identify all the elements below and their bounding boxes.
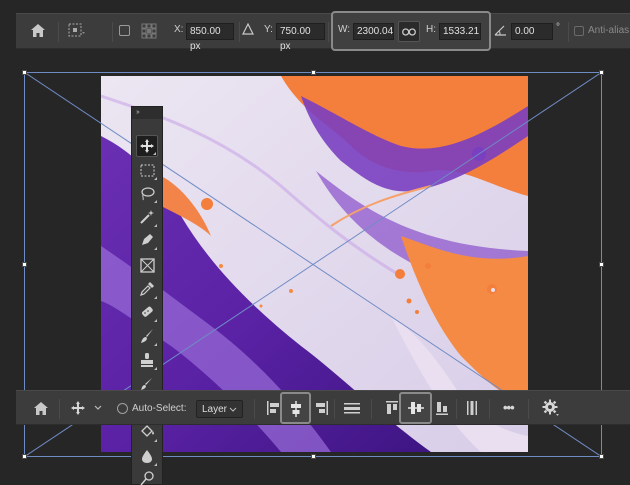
- handle-top-left[interactable]: [22, 70, 27, 75]
- healing-brush-tool[interactable]: [136, 301, 158, 323]
- eyedropper-icon: [140, 282, 154, 296]
- clone-stamp-tool[interactable]: [136, 349, 158, 371]
- handle-top-right[interactable]: [599, 70, 604, 75]
- angle-icon: [494, 25, 506, 36]
- move-tool[interactable]: [136, 135, 158, 157]
- align-center-horizontal-button[interactable]: [280, 392, 311, 424]
- x-position-field[interactable]: 850.00 px: [186, 23, 234, 52]
- align-right-button[interactable]: [315, 400, 329, 421]
- move-icon: [71, 401, 102, 415]
- handle-bottom-right[interactable]: [599, 454, 604, 459]
- brush-tool[interactable]: [136, 325, 158, 347]
- reference-point-icon: [68, 23, 85, 37]
- relative-position-toggle[interactable]: [242, 23, 254, 35]
- y-label: Y:: [264, 24, 273, 35]
- tools-panel-grip[interactable]: ››: [132, 107, 162, 119]
- align-right-icon: [316, 401, 328, 415]
- distribute-horizontal-icon: [344, 403, 360, 414]
- blur-tool[interactable]: [136, 445, 158, 467]
- reference-point-checkbox[interactable]: [119, 25, 130, 36]
- dodge-tool[interactable]: [136, 467, 158, 485]
- blur-icon: [142, 450, 152, 463]
- more-options-button[interactable]: •••: [503, 400, 515, 415]
- align-center-horizontal-icon: [291, 401, 301, 417]
- align-left-button[interactable]: [266, 400, 280, 421]
- lasso-icon: [141, 186, 155, 200]
- contextual-task-bar: Auto-Select: Layer •••: [16, 390, 630, 425]
- healing-brush-icon: [142, 306, 153, 317]
- paint-bucket-icon: [141, 425, 154, 437]
- delta-icon: [242, 23, 254, 35]
- gear-icon: [542, 399, 559, 416]
- x-label: X:: [174, 24, 184, 35]
- settings-button[interactable]: [542, 399, 560, 422]
- handle-middle-right[interactable]: [599, 262, 604, 267]
- y-position-field[interactable]: 750.00 px: [276, 23, 325, 52]
- width-field[interactable]: 2300.04: [353, 23, 394, 40]
- align-center-vertical-icon: [408, 402, 424, 414]
- frame-tool[interactable]: [136, 254, 158, 276]
- h-label: H:: [426, 24, 436, 35]
- chevron-down-icon: [229, 407, 237, 412]
- height-field[interactable]: 1533.21: [439, 23, 481, 40]
- link-icon: [402, 27, 416, 36]
- reference-grid-button[interactable]: [141, 23, 157, 39]
- home-button-bottom[interactable]: [33, 401, 49, 421]
- dodge-icon: [140, 471, 154, 485]
- align-top-icon: [386, 401, 398, 414]
- auto-select-value: Layer: [202, 403, 228, 415]
- pen-tool[interactable]: [136, 229, 158, 251]
- handle-top-center[interactable]: [311, 70, 316, 75]
- tools-panel: ››: [131, 106, 163, 485]
- frame-icon: [139, 257, 155, 273]
- w-label: W:: [338, 24, 351, 35]
- align-left-icon: [267, 401, 279, 415]
- home-icon: [31, 24, 45, 37]
- anti-alias-checkbox[interactable]: Anti-alias: [574, 25, 629, 36]
- align-center-vertical-button[interactable]: [399, 392, 432, 424]
- auto-select-checkbox[interactable]: [117, 403, 128, 414]
- auto-select-label: Auto-Select:: [132, 403, 187, 414]
- auto-select-dropdown[interactable]: Layer: [196, 400, 243, 418]
- align-bottom-button[interactable]: [435, 400, 449, 421]
- marquee-icon: [140, 164, 154, 176]
- home-icon: [34, 402, 48, 415]
- marquee-tool[interactable]: [136, 159, 158, 181]
- handle-middle-left[interactable]: [22, 262, 27, 267]
- transform-options-bar: X: 850.00 px Y: 750.00 px W: 2300.04 H: …: [16, 11, 630, 52]
- handle-bottom-left[interactable]: [22, 454, 27, 459]
- home-button[interactable]: [30, 23, 46, 38]
- move-tool-preset-button[interactable]: [70, 400, 102, 421]
- distribute-vertical-icon: [467, 401, 477, 415]
- magic-wand-icon: [140, 210, 154, 224]
- angle-unit: °: [556, 22, 560, 33]
- reference-point-button[interactable]: [68, 23, 86, 38]
- align-top-button[interactable]: [385, 400, 399, 421]
- distribute-horizontal-button[interactable]: [343, 401, 361, 420]
- lasso-tool[interactable]: [136, 182, 158, 204]
- eyedropper-tool[interactable]: [136, 278, 158, 300]
- align-bottom-icon: [436, 402, 448, 415]
- rotate-angle-icon-wrap: [494, 24, 507, 36]
- brush-icon: [141, 329, 153, 343]
- clone-stamp-icon: [141, 353, 153, 367]
- anti-alias-label: Anti-alias: [588, 25, 630, 36]
- handle-bottom-center[interactable]: [311, 454, 316, 459]
- pen-icon: [142, 234, 153, 245]
- rotation-angle-field[interactable]: 0.00: [511, 23, 553, 40]
- magic-wand-tool[interactable]: [136, 206, 158, 228]
- maintain-aspect-ratio-button[interactable]: [398, 21, 420, 42]
- distribute-vertical-button[interactable]: [465, 400, 479, 421]
- reference-grid-icon: [141, 23, 157, 39]
